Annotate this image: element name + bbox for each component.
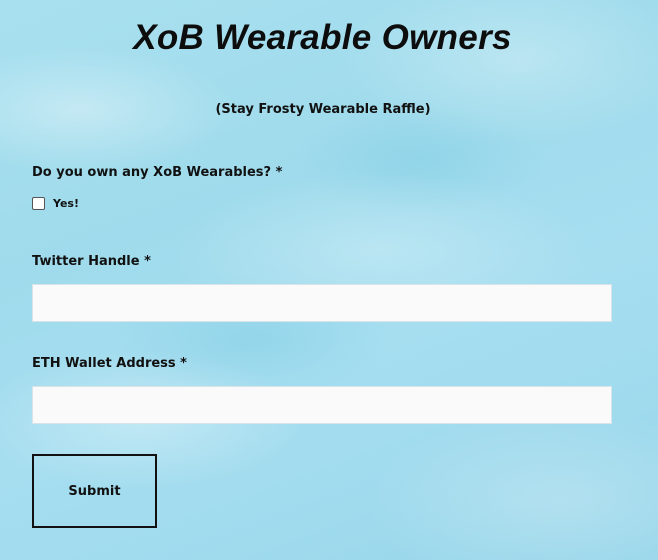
yes-checkbox[interactable] xyxy=(32,197,45,210)
own-wearables-option[interactable]: Yes! xyxy=(32,197,79,210)
eth-wallet-input[interactable] xyxy=(32,386,612,424)
page-title: XoB Wearable Owners xyxy=(133,18,512,57)
yes-checkbox-label: Yes! xyxy=(53,197,79,210)
own-wearables-label: Do you own any XoB Wearables? * xyxy=(32,165,283,180)
twitter-handle-input[interactable] xyxy=(32,284,612,322)
eth-wallet-label: ETH Wallet Address * xyxy=(32,356,187,371)
twitter-handle-label: Twitter Handle * xyxy=(32,254,151,269)
page-subtitle: (Stay Frosty Wearable Raffle) xyxy=(215,102,431,117)
submit-button[interactable]: Submit xyxy=(32,454,157,528)
